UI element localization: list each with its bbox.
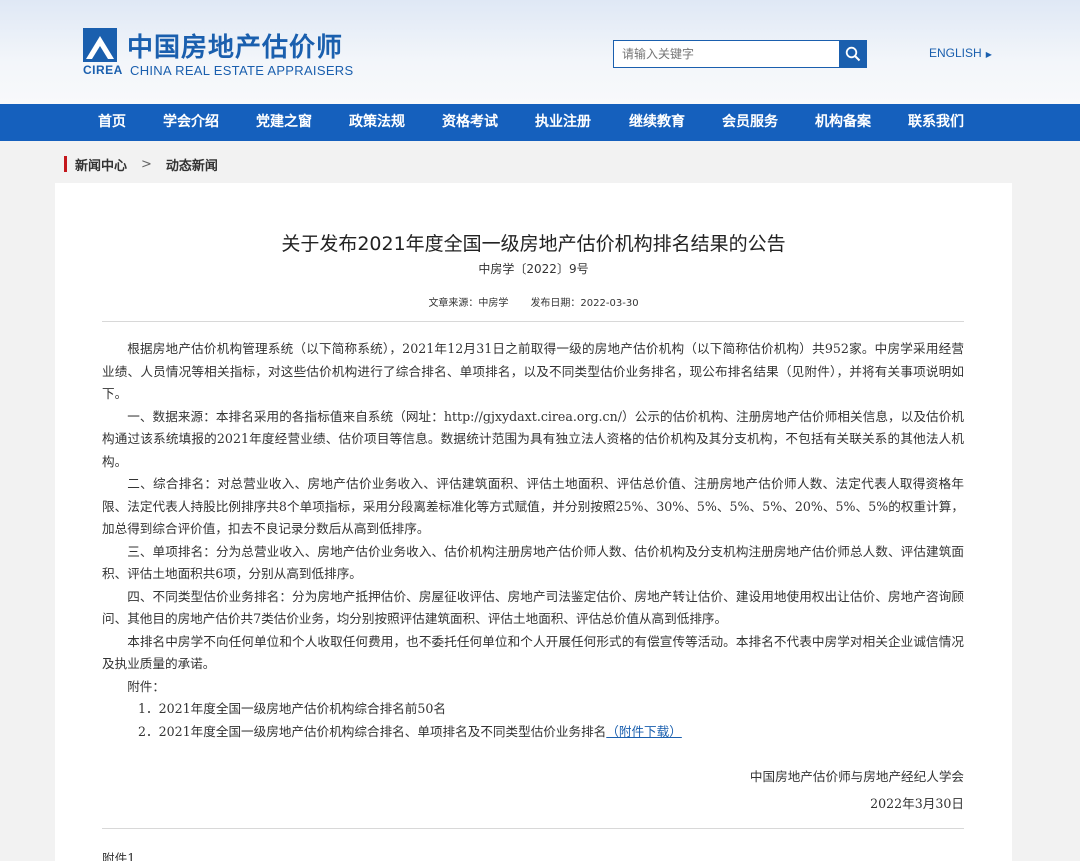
nav-item-home[interactable]: 首页	[98, 104, 126, 141]
search-input[interactable]	[613, 40, 839, 68]
attachment-1-text: 1．2021年度全国一级房地产估价机构综合排名前50名	[138, 701, 446, 716]
signature: 中国房地产估价师与房地产经纪人学会 2022年3月30日	[750, 763, 964, 817]
sign-date: 2022年3月30日	[870, 796, 964, 811]
paragraph: 一、数据来源：本排名采用的各指标值来自系统（网址：http://gjxydaxt…	[102, 408, 964, 469]
breadcrumb-separator: >	[141, 156, 152, 172]
breadcrumb-marker	[64, 156, 67, 172]
article-date: 发布日期：2022-03-30	[530, 298, 639, 309]
breadcrumb-item-news-center[interactable]: 新闻中心	[75, 155, 127, 174]
nav-item-education[interactable]: 继续教育	[629, 104, 685, 141]
main-nav: 首页 学会介绍 党建之窗 政策法规 资格考试 执业注册 继续教育 会员服务 机构…	[0, 104, 1080, 141]
paragraph: 三、单项排名：分为总营业收入、房地产估价业务收入、估价机构注册房地产估价师人数、…	[102, 543, 964, 582]
paragraph: 本排名中房学不向任何单位和个人收取任何费用，也不委托任何单位和个人开展任何形式的…	[102, 633, 964, 672]
logo-title-cn: 中国房地产估价师	[127, 33, 344, 63]
triangle-right-icon: ▶	[985, 50, 992, 59]
breadcrumb: 新闻中心 > 动态新闻	[64, 155, 218, 174]
nav-item-members[interactable]: 会员服务	[722, 104, 778, 141]
paragraph: 二、综合排名：对总营业收入、房地产估价业务收入、评估建筑面积、评估土地面积、评估…	[102, 476, 964, 536]
article-body: 根据房地产估价机构管理系统（以下简称系统），2021年12月31日之前取得一级的…	[102, 338, 964, 743]
logo-abbr: CIREA	[83, 63, 123, 77]
nav-item-registration[interactable]: 执业注册	[535, 104, 591, 141]
article-meta: 文章来源：中房学 发布日期：2022-03-30	[55, 294, 1012, 309]
paragraph: 四、不同类型估价业务排名：分为房地产抵押估价、房屋征收评估、房地产司法鉴定估价、…	[102, 588, 964, 627]
nav-item-party[interactable]: 党建之窗	[256, 104, 312, 141]
attachments-heading: 附件：	[127, 678, 165, 694]
site-logo[interactable]	[83, 28, 117, 62]
search-icon	[845, 46, 861, 62]
attachment-item: 1．2021年度全国一级房地产估价机构综合排名前50名	[102, 698, 964, 721]
article-title: 关于发布2021年度全国一级房地产估价机构排名结果的公告	[281, 233, 786, 255]
signer-name: 中国房地产估价师与房地产经纪人学会	[749, 769, 964, 784]
nav-item-about[interactable]: 学会介绍	[163, 104, 219, 141]
nav-item-contact[interactable]: 联系我们	[908, 104, 964, 141]
search-box	[613, 40, 867, 68]
attachment-download-link[interactable]: （附件下载）	[606, 724, 682, 739]
language-label: ENGLISH	[929, 46, 982, 60]
nav-item-exam[interactable]: 资格考试	[442, 104, 498, 141]
attachment-1-label: 附件1	[102, 851, 136, 861]
search-button[interactable]	[839, 40, 867, 68]
divider	[102, 321, 964, 322]
article-source: 文章来源：中房学	[428, 298, 509, 309]
nav-item-policy[interactable]: 政策法规	[349, 104, 405, 141]
divider	[102, 828, 964, 829]
language-switch[interactable]: ENGLISH ▶	[929, 46, 992, 60]
paragraph: 根据房地产估价机构管理系统（以下简称系统），2021年12月31日之前取得一级的…	[102, 341, 964, 401]
attachment-item: 2．2021年度全国一级房地产估价机构综合排名、单项排名及不同类型估价业务排名（…	[102, 721, 964, 744]
document-number: 中房学〔2022〕9号	[478, 262, 589, 276]
site-header: CIREA 中国房地产估价师 CHINA REAL ESTATE APPRAIS…	[0, 0, 1080, 104]
attachment-2-text: 2．2021年度全国一级房地产估价机构综合排名、单项排名及不同类型估价业务排名	[138, 723, 607, 739]
logo-mark-icon	[83, 28, 117, 62]
logo-title-en: CHINA REAL ESTATE APPRAISERS	[130, 63, 354, 78]
article-panel: 关于发布2021年度全国一级房地产估价机构排名结果的公告 中房学〔2022〕9号…	[55, 183, 1012, 861]
nav-item-agency[interactable]: 机构备案	[815, 104, 871, 141]
breadcrumb-item-news[interactable]: 动态新闻	[166, 155, 218, 174]
